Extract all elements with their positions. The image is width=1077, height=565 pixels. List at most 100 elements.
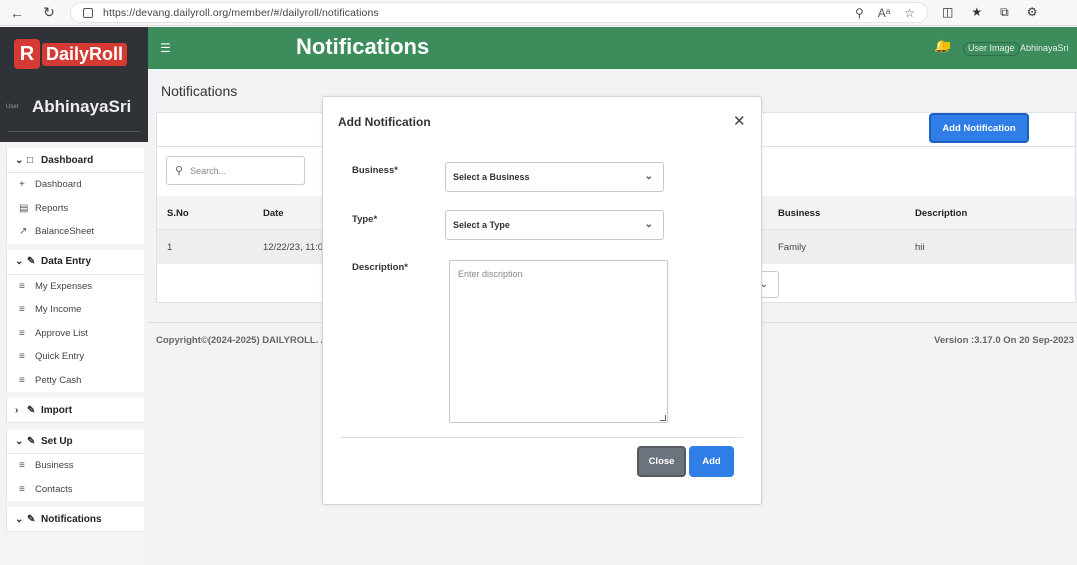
avatar: User [6, 103, 19, 110]
logo-text: DailyRoll [42, 42, 128, 66]
sidebar-item-label: Dashboard [35, 179, 82, 191]
sidebar-group-toggle-import[interactable]: › ✎ Import [7, 398, 144, 423]
lock-icon [83, 7, 93, 18]
copyright-text: Copyright©(2024-2025) DAILYROLL. A [156, 335, 328, 346]
business-label: Business* [352, 165, 398, 176]
pencil-icon: ✎ [27, 435, 36, 447]
header-title: Notifications [296, 34, 430, 59]
chevron-down-icon: ⌄ [15, 435, 24, 447]
page-title: Notifications [161, 83, 238, 99]
sidebar-user-name: AbhinayaSri [32, 96, 132, 116]
sidebar-item-label: Approve List [35, 327, 88, 339]
sidebar-item-approve-list[interactable]: ≡ Approve List [7, 322, 144, 346]
close-button[interactable]: Close [637, 446, 686, 477]
type-select-value: Select a Type [453, 220, 510, 230]
add-button[interactable]: Add [689, 446, 734, 477]
business-select-value: Select a Business [453, 172, 530, 182]
sidebar-header: R DailyRoll User AbhinayaSri [0, 27, 148, 142]
column-header-date[interactable]: Date [263, 208, 284, 219]
modal-title: Add Notification [338, 115, 431, 129]
search-placeholder: Search... [190, 165, 227, 176]
sidebar-item-my-income[interactable]: ≡ My Income [7, 298, 144, 322]
favorites-icon[interactable]: ★ [971, 5, 982, 20]
chevron-down-icon: ⌄ [644, 219, 653, 230]
sidebar-item-label: Quick Entry [35, 351, 85, 363]
pencil-icon: ✎ [27, 513, 36, 525]
sidebar-group-label: Import [41, 404, 73, 416]
type-label: Type* [352, 214, 378, 225]
cell-business: Family [778, 242, 806, 253]
list-icon: ≡ [19, 280, 25, 292]
url-text: https://devang.dailyroll.org/member/#/da… [103, 6, 379, 19]
close-icon[interactable]: ✕ [733, 112, 746, 130]
sidebar: R DailyRoll User AbhinayaSri ⌄ □ Dashboa… [0, 27, 148, 565]
sidebar-item-balancesheet[interactable]: ↗ BalanceSheet [7, 220, 144, 244]
sidebar-item-business[interactable]: ≡ Business [7, 454, 144, 478]
address-bar[interactable]: https://devang.dailyroll.org/member/#/da… [70, 2, 928, 23]
back-arrow-icon[interactable]: ← [8, 4, 26, 22]
header-user-name[interactable]: AbhinayaSri [1020, 43, 1069, 53]
sidebar-group-toggle-data-entry[interactable]: ⌄ ✎ Data Entry [7, 250, 144, 275]
external-link-icon: ↗ [19, 226, 28, 238]
extensions-icon[interactable]: ⚙ [1027, 5, 1038, 20]
list-icon: ≡ [19, 351, 25, 363]
cell-sno: 1 [167, 242, 173, 253]
chevron-right-icon: › [15, 404, 19, 416]
sidebar-group-setup: ⌄ ✎ Set Up ≡ Business ≡ Contacts [6, 429, 144, 501]
document-icon: □ [27, 154, 34, 166]
refresh-icon[interactable]: ↻ [40, 4, 58, 22]
collections-icon[interactable]: ⧉ [1000, 5, 1009, 20]
zoom-icon[interactable]: ⚲ [855, 6, 864, 20]
sidebar-item-label: My Income [35, 304, 82, 316]
sidebar-item-label: Contacts [35, 483, 73, 495]
list-icon: ≡ [19, 460, 25, 472]
sidebar-item-reports[interactable]: ▤ Reports [7, 197, 144, 221]
sidebar-item-my-expenses[interactable]: ≡ My Expenses [7, 275, 144, 299]
sidebar-group-toggle-dashboard[interactable]: ⌄ □ Dashboard [7, 148, 144, 173]
read-aloud-icon[interactable]: Aᵃ [878, 6, 890, 20]
sidebar-item-petty-cash[interactable]: ≡ Petty Cash [7, 369, 144, 393]
column-header-sno[interactable]: S.No [167, 208, 189, 219]
sidebar-item-dashboard[interactable]: + Dashboard [7, 173, 144, 197]
list-icon: ≡ [19, 374, 25, 386]
logo-mark: R [14, 39, 40, 69]
logo[interactable]: R DailyRoll [14, 38, 132, 70]
browser-toolbar: ← ↻ https://devang.dailyroll.org/member/… [0, 0, 1077, 26]
sidebar-item-label: Petty Cash [35, 374, 82, 386]
sidebar-item-label: BalanceSheet [35, 226, 95, 238]
description-textarea[interactable]: Enter discription [449, 260, 668, 423]
split-screen-icon[interactable]: ◫ [942, 5, 953, 20]
business-select[interactable]: Select a Business ⌄ [445, 162, 664, 192]
type-select[interactable]: Select a Type ⌄ [445, 210, 664, 240]
search-icon: ⚲ [175, 165, 184, 177]
description-placeholder: Enter discription [458, 269, 523, 279]
sidebar-group-label: Notifications [41, 513, 102, 525]
divider [8, 131, 140, 132]
sidebar-item-contacts[interactable]: ≡ Contacts [7, 478, 144, 502]
search-input[interactable]: ⚲ Search... [166, 156, 305, 185]
sidebar-group-toggle-setup[interactable]: ⌄ ✎ Set Up [7, 429, 144, 454]
sidebar-group-notifications: ⌄ ✎ Notifications [6, 507, 144, 532]
chevron-down-icon: ⌄ [15, 256, 24, 267]
resize-handle[interactable] [660, 415, 666, 421]
sidebar-item-quick-entry[interactable]: ≡ Quick Entry [7, 345, 144, 369]
version-text: Version :3.17.0 On 20 Sep-2023 [934, 335, 1074, 346]
add-notification-button[interactable]: Add Notification [929, 113, 1029, 143]
sidebar-item-label: Reports [35, 202, 69, 214]
sidebar-group-import: › ✎ Import [6, 398, 144, 423]
app-header: ☰ Notifications 🔔 User Image AbhinayaSri [148, 27, 1077, 69]
sidebar-group-toggle-notifications[interactable]: ⌄ ✎ Notifications [7, 507, 144, 532]
list-icon: ≡ [19, 483, 25, 495]
sidebar-group-label: Data Entry [41, 256, 92, 267]
list-icon: ≡ [19, 327, 25, 339]
sidebar-group-label: Dashboard [41, 154, 94, 166]
description-label: Description* [352, 262, 408, 273]
sidebar-item-label: Business [35, 460, 74, 472]
user-image[interactable]: User Image [963, 42, 1020, 56]
column-header-description[interactable]: Description [915, 208, 967, 219]
add-notification-modal: Add Notification ✕ Business* Select a Bu… [322, 96, 762, 505]
column-header-business[interactable]: Business [778, 208, 820, 219]
pencil-icon: ✎ [27, 256, 36, 267]
favorite-star-icon[interactable]: ☆ [904, 6, 915, 20]
hamburger-menu-icon[interactable]: ☰ [160, 41, 171, 55]
